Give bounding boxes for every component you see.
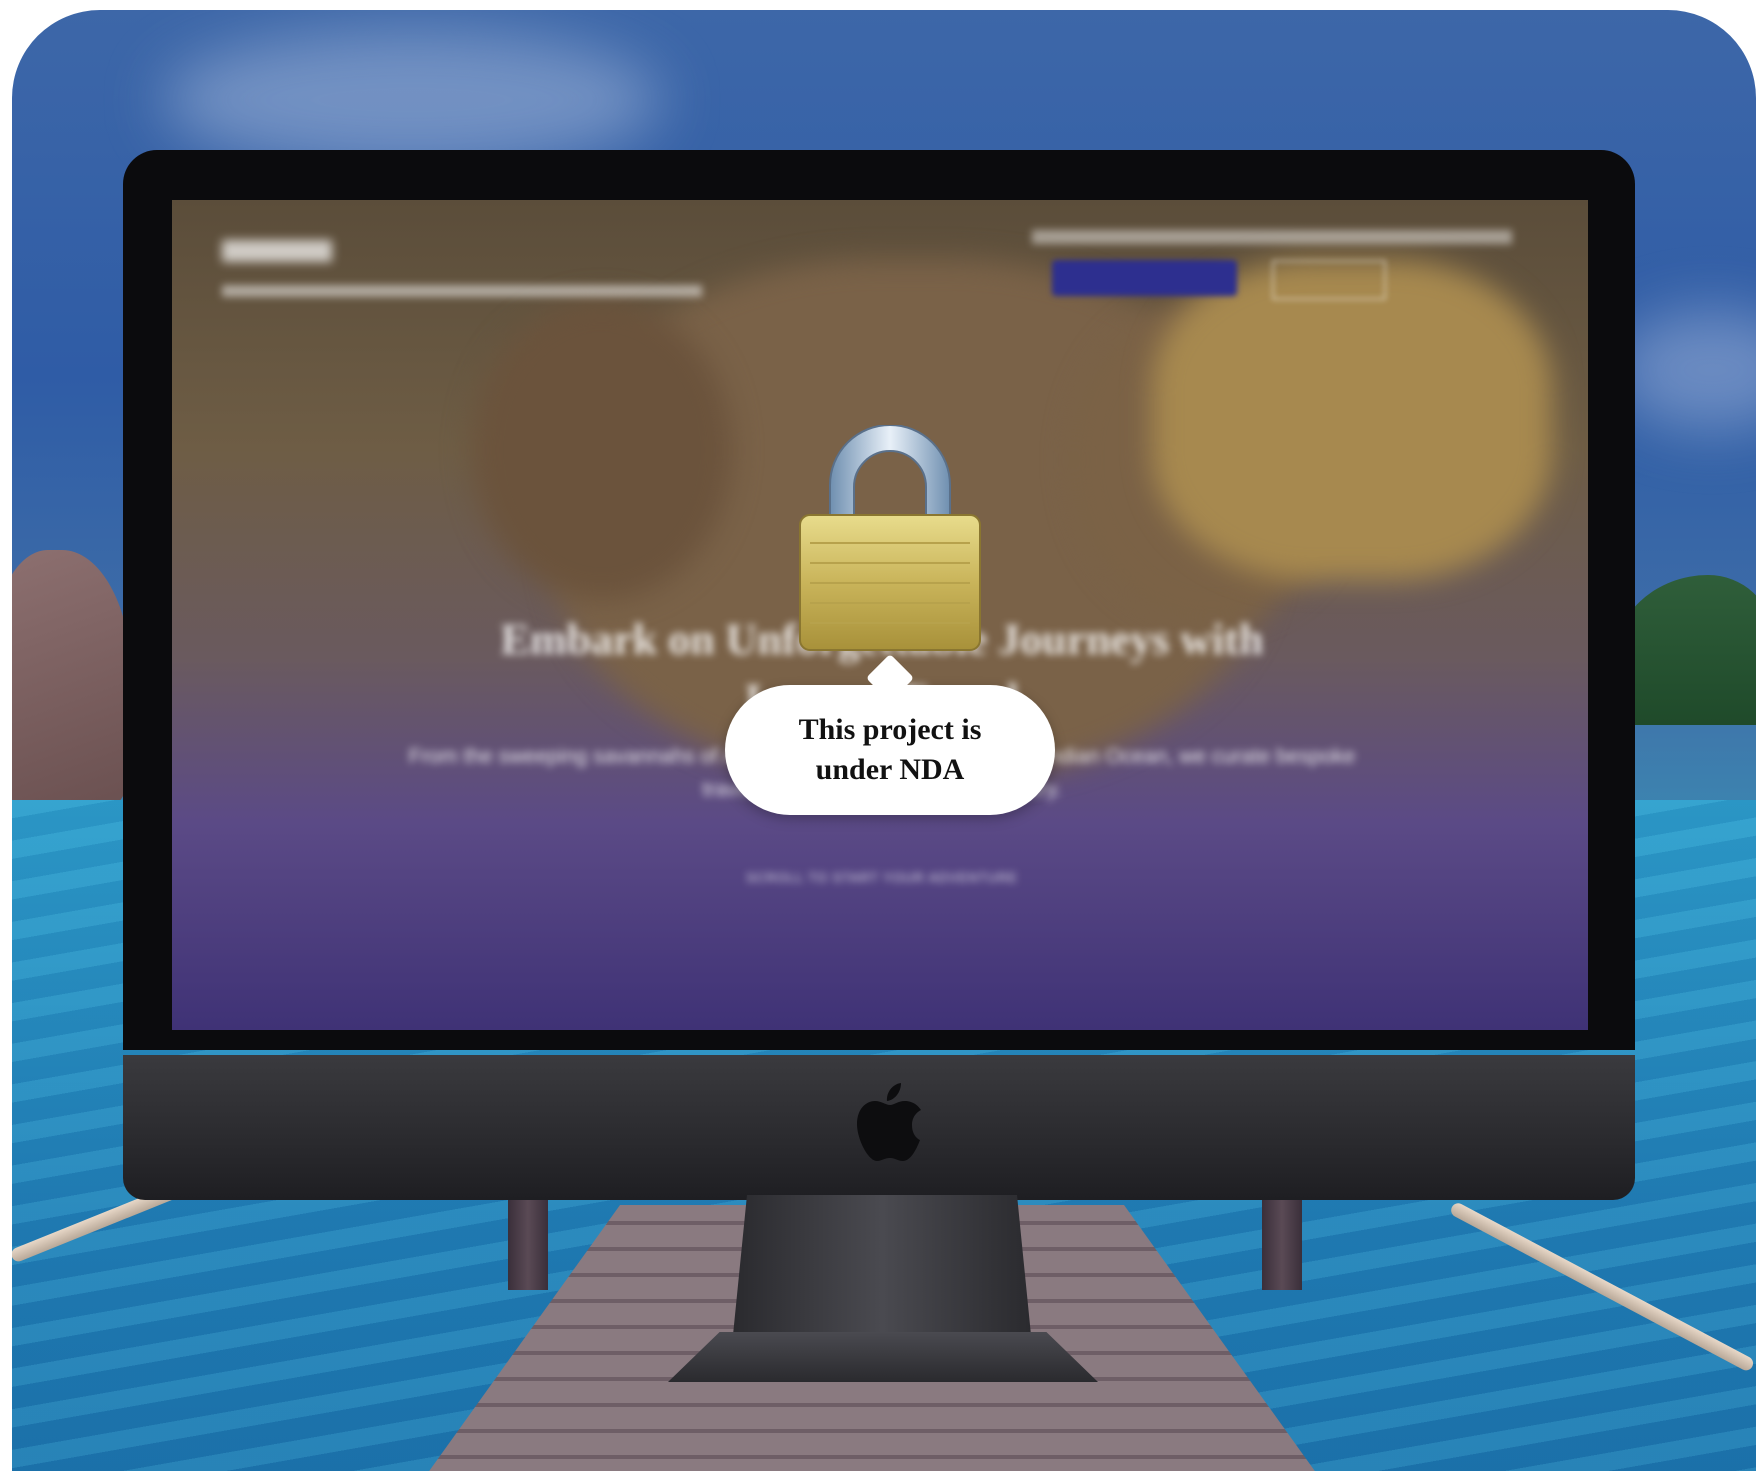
imac-stand (732, 1195, 1032, 1345)
dock-post (508, 1200, 548, 1290)
rock-formation (12, 550, 132, 810)
nda-message: This project is under NDA (799, 710, 982, 790)
imac-stand-foot (668, 1332, 1098, 1382)
nda-speech-bubble: This project is under NDA (725, 685, 1055, 815)
site-nav (222, 285, 702, 297)
savannah-grass (1152, 260, 1552, 580)
elephant-ear (472, 300, 732, 600)
site-cta-button (1052, 260, 1237, 296)
dock-post (1262, 1200, 1302, 1290)
site-logo (222, 240, 332, 262)
site-secondary-button (1272, 260, 1386, 300)
nda-message-line1: This project is (798, 713, 982, 746)
padlock-icon (799, 425, 981, 651)
site-scroll-hint: SCROLL TO START YOUR ADVENTURE (746, 870, 1018, 885)
apple-logo-icon (857, 1083, 921, 1161)
cloud (162, 30, 662, 170)
site-contact (1032, 230, 1512, 244)
nda-message-line2: under NDA (815, 753, 965, 786)
